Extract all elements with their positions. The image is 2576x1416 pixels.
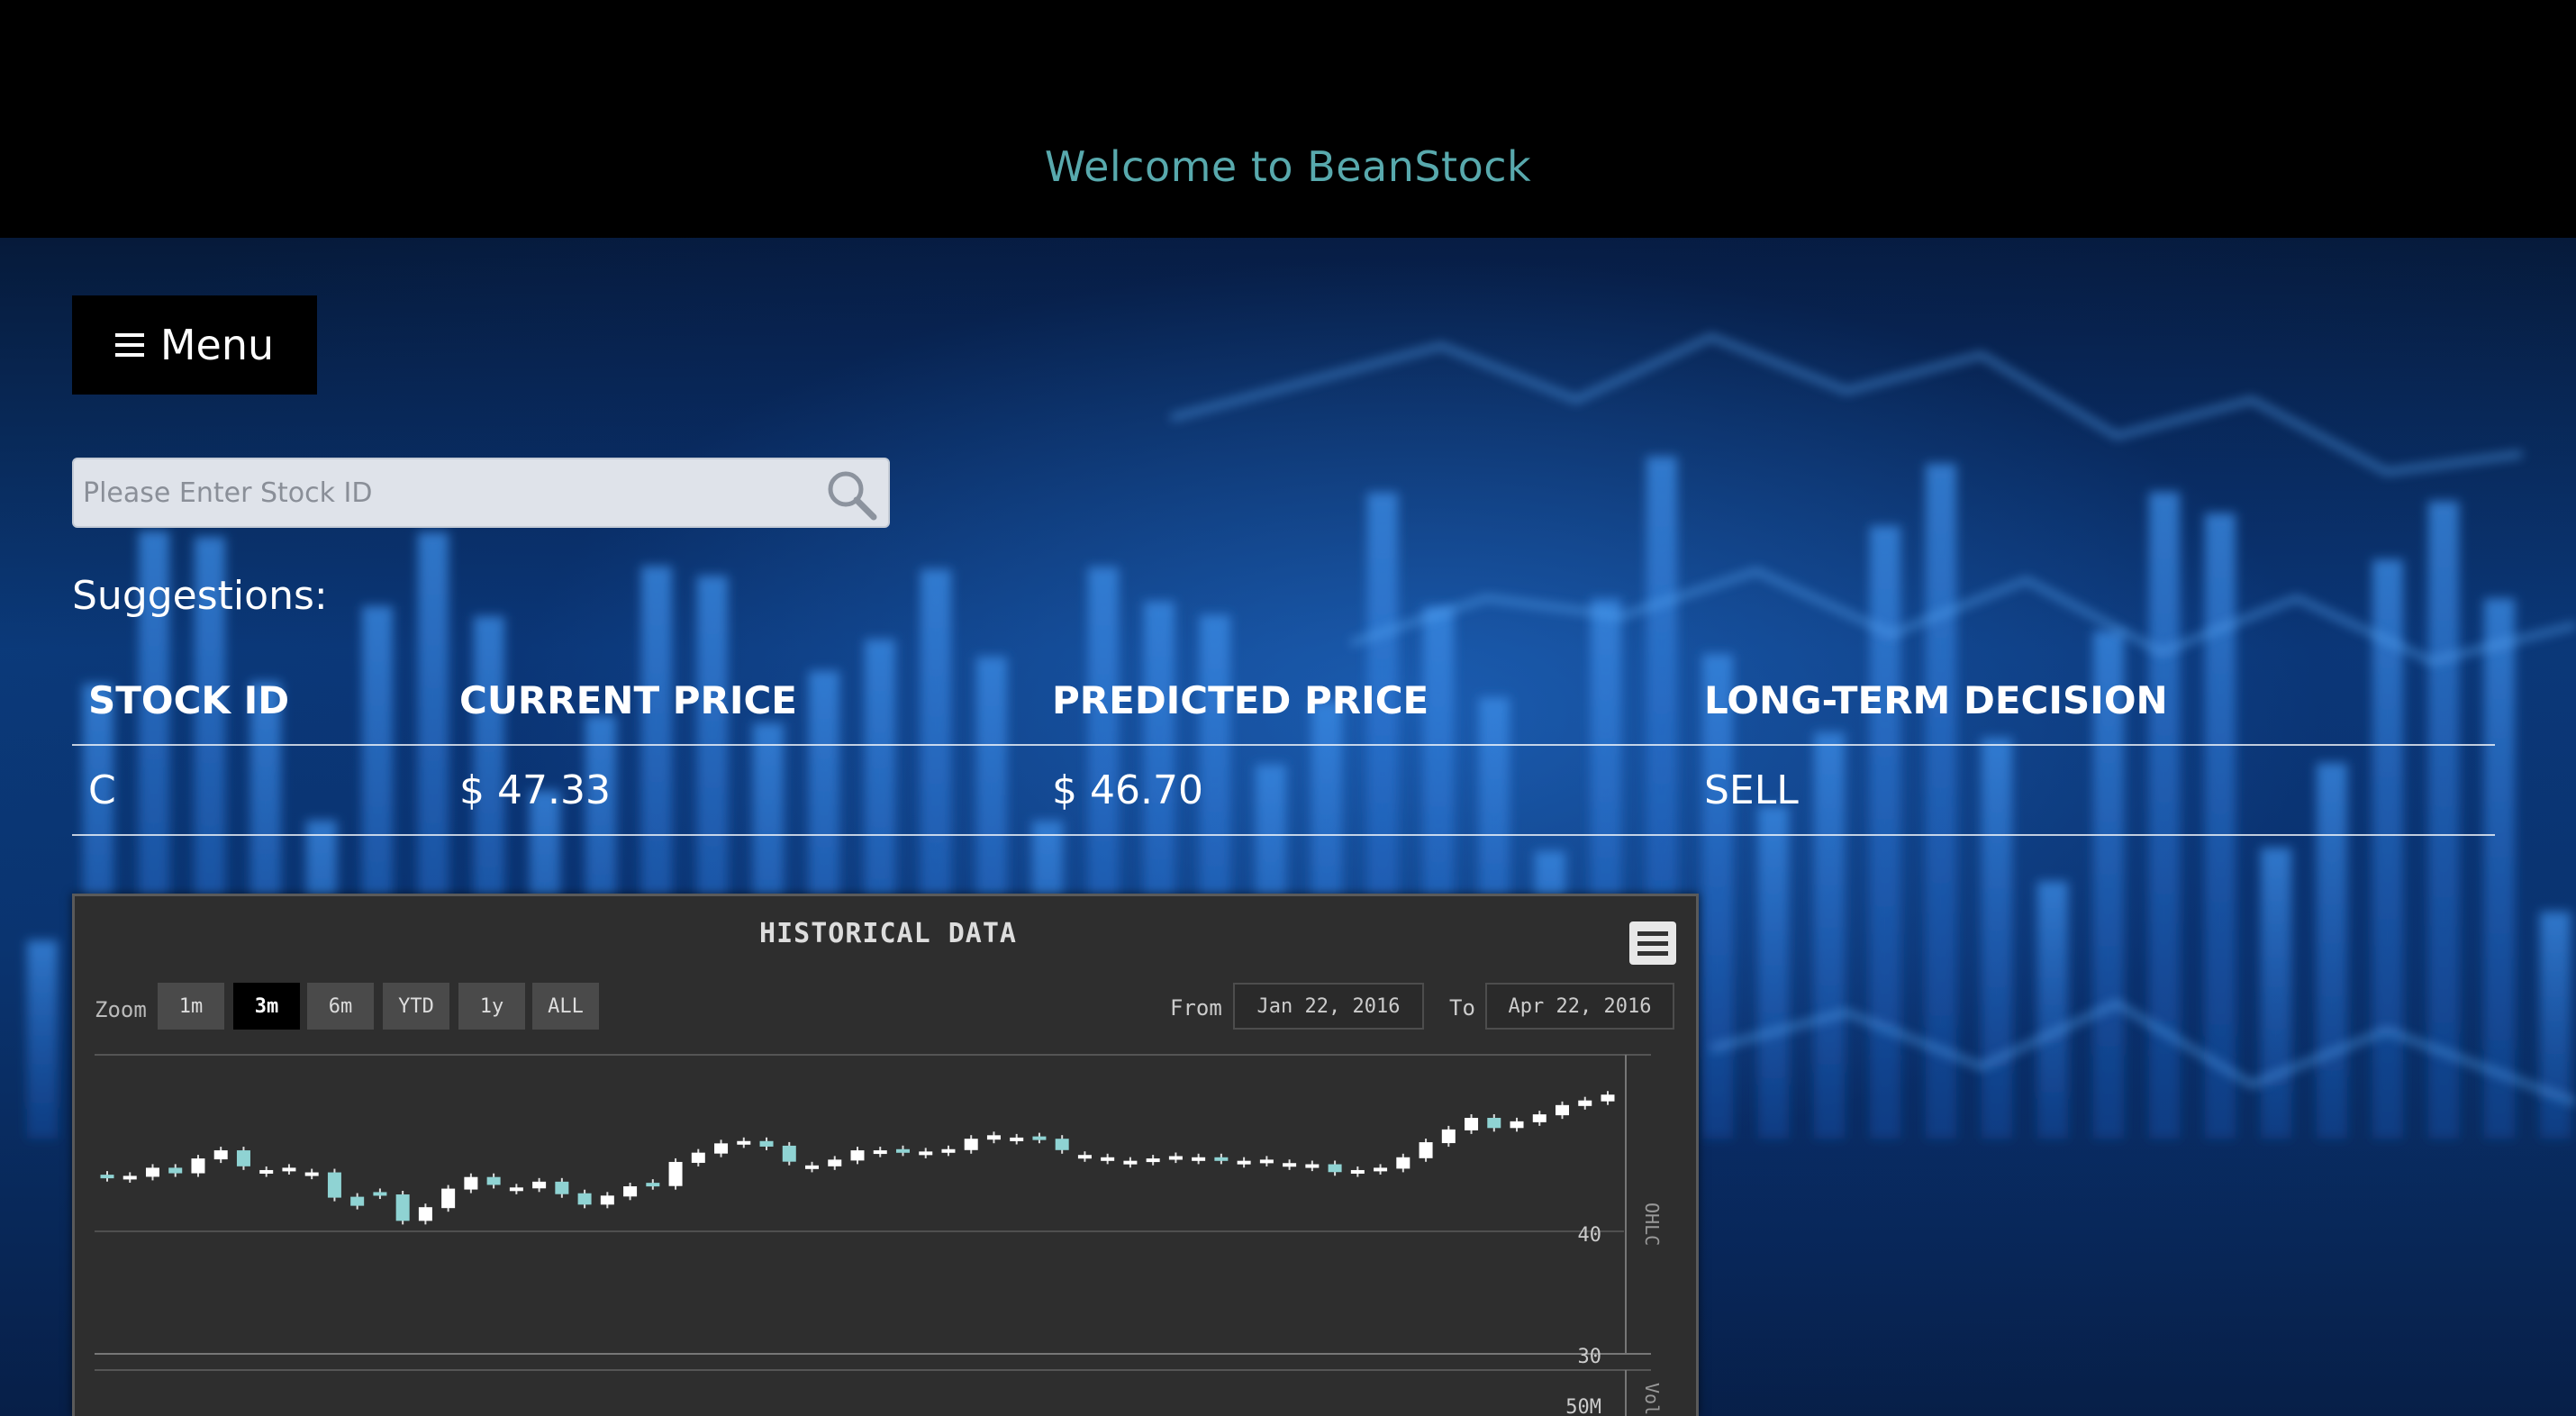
column-header-current-price: CURRENT PRICE	[459, 678, 797, 722]
candle-body	[1305, 1164, 1320, 1168]
candle-body	[486, 1176, 501, 1185]
candle-body	[1192, 1157, 1206, 1161]
candle-body	[919, 1151, 933, 1156]
candle-body	[1123, 1160, 1138, 1165]
table-header-row: STOCK ID CURRENT PRICE PREDICTED PRICE L…	[72, 656, 2495, 746]
candle-body	[1419, 1142, 1433, 1158]
ohlc-tick-40: 40	[1578, 1224, 1602, 1247]
column-header-stock-id: STOCK ID	[88, 678, 290, 722]
candle-body	[1350, 1169, 1365, 1174]
column-header-long-term-decision: LONG-TERM DECISION	[1704, 678, 2168, 722]
candle-body	[1077, 1155, 1092, 1159]
candle-body	[623, 1186, 638, 1197]
candle-body	[1032, 1136, 1047, 1140]
candle-body	[759, 1140, 774, 1147]
suggestions-table: STOCK ID CURRENT PRICE PREDICTED PRICE L…	[72, 656, 2495, 836]
candle-body	[509, 1187, 523, 1192]
candle-body	[895, 1148, 910, 1153]
volume-tick-50m: 50M	[1565, 1396, 1601, 1416]
candle-body	[1532, 1114, 1547, 1122]
candle-body	[191, 1158, 205, 1174]
candle-body	[805, 1165, 820, 1169]
candle-body	[1328, 1164, 1342, 1173]
candle-body	[941, 1148, 956, 1153]
ohlc-axis-label: OHLC	[1641, 1203, 1663, 1246]
candle-body	[373, 1192, 387, 1196]
candle-body	[1237, 1160, 1251, 1165]
candle-body	[1101, 1157, 1115, 1161]
candle-body	[737, 1140, 751, 1145]
candle-body	[1465, 1118, 1479, 1130]
candle-body	[600, 1195, 614, 1205]
candle-body	[1283, 1163, 1297, 1167]
search-icon[interactable]	[823, 467, 879, 522]
candle-body	[282, 1167, 296, 1172]
ohlc-tick-30: 30	[1578, 1346, 1602, 1368]
candle-body	[577, 1193, 592, 1205]
menu-label: Menu	[159, 321, 275, 369]
candle-body	[828, 1159, 842, 1166]
candle-body	[350, 1196, 365, 1206]
suggestions-label: Suggestions:	[72, 573, 328, 619]
candle-body	[1556, 1104, 1570, 1116]
search-box	[72, 458, 890, 528]
candle-body	[691, 1152, 705, 1163]
column-header-predicted-price: PREDICTED PRICE	[1052, 678, 1429, 722]
candle-body	[145, 1167, 159, 1177]
candle-body	[441, 1188, 456, 1209]
candle-body	[168, 1167, 183, 1174]
candle-body	[668, 1161, 683, 1186]
candle-body	[1168, 1156, 1183, 1160]
hamburger-icon	[114, 333, 144, 357]
candle-body	[259, 1169, 274, 1174]
candle-body	[1510, 1121, 1524, 1129]
candle-body	[122, 1175, 137, 1180]
candle-body	[1010, 1137, 1024, 1141]
candle-body	[986, 1135, 1001, 1140]
predicted-price-cell: $ 46.70	[1052, 767, 1203, 813]
candle-body	[1374, 1167, 1388, 1172]
top-bar: Welcome to BeanStock	[0, 0, 2576, 238]
historical-chart: HISTORICAL DATA Zoom 1m 3m 6m YTD 1y ALL…	[72, 894, 1699, 1416]
candle-body	[1146, 1158, 1160, 1163]
candle-body	[418, 1207, 432, 1221]
candle-body	[1487, 1118, 1501, 1129]
candlestick-plot: 40 30 50M OHLC Volu	[95, 1054, 1663, 1416]
candle-body	[100, 1175, 114, 1179]
candle-body	[532, 1181, 547, 1189]
stock-id-cell: C	[88, 767, 116, 813]
candle-body	[646, 1183, 660, 1187]
candle-body	[555, 1181, 569, 1194]
menu-button[interactable]: Menu	[72, 295, 317, 395]
volume-axis-label: Volu	[1641, 1383, 1663, 1416]
candle-body	[395, 1194, 410, 1221]
candle-body	[1055, 1139, 1069, 1150]
candle-body	[236, 1150, 250, 1166]
candle-body	[714, 1143, 729, 1154]
candle-body	[873, 1150, 887, 1155]
welcome-title: Welcome to BeanStock	[1044, 142, 1532, 191]
candle-body	[1578, 1100, 1592, 1106]
candle-body	[782, 1145, 796, 1162]
candle-body	[1601, 1094, 1615, 1102]
candle-body	[213, 1150, 228, 1160]
candle-body	[464, 1176, 478, 1190]
candle-body	[1259, 1159, 1274, 1164]
hero-section: Menu Suggestions: STOCK ID CURRENT PRICE…	[0, 238, 2576, 1416]
decision-cell: SELL	[1704, 767, 1799, 813]
candle-body	[327, 1172, 341, 1198]
candle-body	[850, 1150, 865, 1161]
table-row[interactable]: C $ 47.33 $ 46.70 SELL	[72, 746, 2495, 836]
current-price-cell: $ 47.33	[459, 767, 611, 813]
candle-body	[1441, 1129, 1456, 1144]
candle-body	[304, 1172, 319, 1176]
candle-body	[1396, 1157, 1410, 1169]
stock-id-search-input[interactable]	[83, 459, 803, 526]
candle-body	[964, 1139, 978, 1150]
candle-body	[1214, 1157, 1229, 1161]
